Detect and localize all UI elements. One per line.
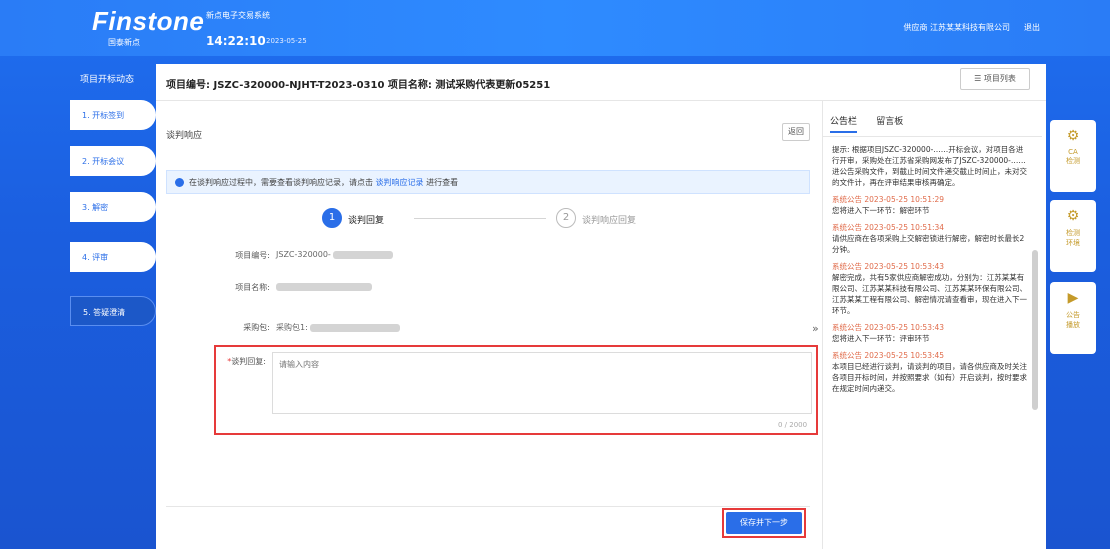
play-icon: ▶: [1067, 290, 1079, 306]
reply-textarea[interactable]: [272, 352, 812, 414]
project-no-value: JSZC-320000-: [276, 250, 394, 259]
entry-text: 解密完成，共有5家供应商解密成功，分别为：江苏某某有限公司、江苏某某科技有限公司…: [832, 273, 1027, 315]
step-connector: [414, 218, 546, 219]
collapse-arrow-icon[interactable]: »: [812, 322, 819, 335]
reply-label-text: 谈判回复:: [231, 357, 266, 366]
tab-messages[interactable]: 留言板: [876, 114, 903, 131]
redacted-mark: [276, 282, 372, 291]
package-label: 采购包:: [243, 323, 270, 332]
nav-title: 项目开标动态: [80, 75, 135, 85]
bulletin-tabs: 公告栏 留言板: [830, 114, 919, 133]
package-value: 采购包1:: [276, 322, 401, 333]
env-check-widget[interactable]: ⚙ 检测 环境: [1050, 200, 1096, 272]
widget-label: 公告 播放: [1066, 311, 1080, 329]
entry-time: 系统公告 2023-05-25 10:51:34: [832, 223, 945, 232]
entry-time: 系统公告 2023-05-25 10:53:45: [832, 351, 945, 360]
gear-icon: ⚙: [1066, 208, 1080, 224]
notice-text-end: 进行查看: [426, 178, 459, 187]
bulletin-scrollbar[interactable]: [1032, 250, 1038, 410]
entry-text: 您将进入下一环节：解密环节: [832, 206, 930, 215]
ca-check-widget[interactable]: ⚙ CA 检测: [1050, 120, 1096, 192]
step1-indicator: 1: [322, 208, 342, 228]
save-highlight-box: 保存并下一步: [722, 508, 806, 538]
notice-text: 在谈判响应过程中，需要查看谈判响应记录，请点击: [189, 178, 373, 187]
package-text: 采购包1:: [276, 323, 308, 332]
redacted-mark: [333, 250, 394, 259]
nav-step-review[interactable]: 4. 评审: [70, 242, 156, 272]
project-no-text: JSZC-320000-: [276, 250, 331, 259]
reply-label: *谈判回复:: [196, 356, 266, 367]
back-button[interactable]: 返回: [782, 123, 810, 141]
user-name: 供应商 江苏某某科技有限公司: [903, 23, 1010, 32]
project-list-button[interactable]: ☰ 项目列表: [960, 68, 1030, 90]
bulletin-feed: 提示: 根据项目JSZC-320000-……开标会议，对项目各进行开审，采购处在…: [832, 144, 1028, 544]
list-item: 系统公告 2023-05-25 10:51:34 请供应商在各项采购上交解密锁进…: [832, 222, 1028, 255]
redacted-mark: [310, 323, 401, 332]
nav-step-clarify[interactable]: 5. 答疑澄清: [70, 296, 156, 326]
entry-text: 您将进入下一环节：评审环节: [832, 334, 930, 343]
project-name-value: [276, 282, 372, 291]
notice-record-link[interactable]: 谈判响应记录: [376, 178, 424, 187]
nav-step-signin[interactable]: 1. 开标签到: [70, 100, 156, 130]
tab-divider: [822, 136, 1042, 137]
list-item: 系统公告 2023-05-25 10:53:43 解密完成，共有5家供应商解密成…: [832, 261, 1028, 316]
logo-subtitle: 国泰新点: [108, 38, 140, 47]
project-info: 项目编号: JSZC-320000-NJHT-T2023-0310 项目名称: …: [166, 80, 551, 91]
entry-time: 系统公告 2023-05-25 10:53:43: [832, 262, 945, 271]
widget-label: CA 检测: [1066, 148, 1080, 165]
entry-text: 本项目已经进行谈判，请谈判的项目，请各供应商及时关注各项目开标时间，并按照要求（…: [832, 362, 1027, 393]
nav-step-decrypt[interactable]: 3. 解密: [70, 192, 156, 222]
step2-label: 谈判响应回复: [582, 216, 637, 226]
clock: 14:22:10: [206, 34, 266, 48]
step2-indicator: 2: [556, 208, 576, 228]
logout-link[interactable]: 退出: [1024, 22, 1040, 33]
footer-divider: [166, 506, 810, 507]
step1-label: 谈判回复: [348, 216, 385, 226]
list-item: 系统公告 2023-05-25 10:53:43 您将进入下一环节：评审环节: [832, 322, 1028, 344]
announce-play-widget[interactable]: ▶ 公告 播放: [1050, 282, 1096, 354]
project-list-label: 项目列表: [983, 74, 1016, 83]
notice-bar: 在谈判响应过程中，需要查看谈判响应记录，请点击 谈判响应记录 进行查看: [166, 170, 810, 194]
entry-text: 请供应商在各项采购上交解密锁进行解密，解密时长最长2分钟。: [832, 234, 1025, 254]
system-name: 新点电子交易系统: [206, 11, 270, 20]
project-name-label: 项目名称:: [235, 283, 270, 292]
entry-time: 系统公告 2023-05-25 10:53:43: [832, 323, 945, 332]
list-item: 系统公告 2023-05-25 10:51:29 您将进入下一环节：解密环节: [832, 194, 1028, 216]
save-next-button[interactable]: 保存并下一步: [726, 512, 802, 534]
info-icon: [175, 178, 184, 187]
char-count: 0 / 2000: [778, 421, 808, 429]
logo: Finstone: [92, 6, 205, 36]
list-item: 系统公告 2023-05-25 10:53:45 本项目已经进行谈判，请谈判的项…: [832, 350, 1028, 394]
top-header: Finstone 国泰新点 新点电子交易系统 14:22:10 2023-05-…: [0, 0, 1110, 56]
section-title: 谈判响应: [166, 131, 203, 141]
app-root: Finstone 国泰新点 新点电子交易系统 14:22:10 2023-05-…: [0, 0, 1110, 549]
gear-icon: ⚙: [1066, 128, 1080, 144]
widget-label: 检测 环境: [1066, 229, 1080, 247]
clock-date: 2023-05-25: [266, 37, 307, 45]
nav-step-meeting[interactable]: 2. 开标会议: [70, 146, 156, 176]
bulletin-intro: 提示: 根据项目JSZC-320000-……开标会议，对项目各进行开审，采购处在…: [832, 145, 1027, 187]
project-no-label: 项目编号:: [235, 251, 270, 260]
entry-time: 系统公告 2023-05-25 10:51:29: [832, 195, 945, 204]
tab-announcements[interactable]: 公告栏: [830, 114, 858, 133]
